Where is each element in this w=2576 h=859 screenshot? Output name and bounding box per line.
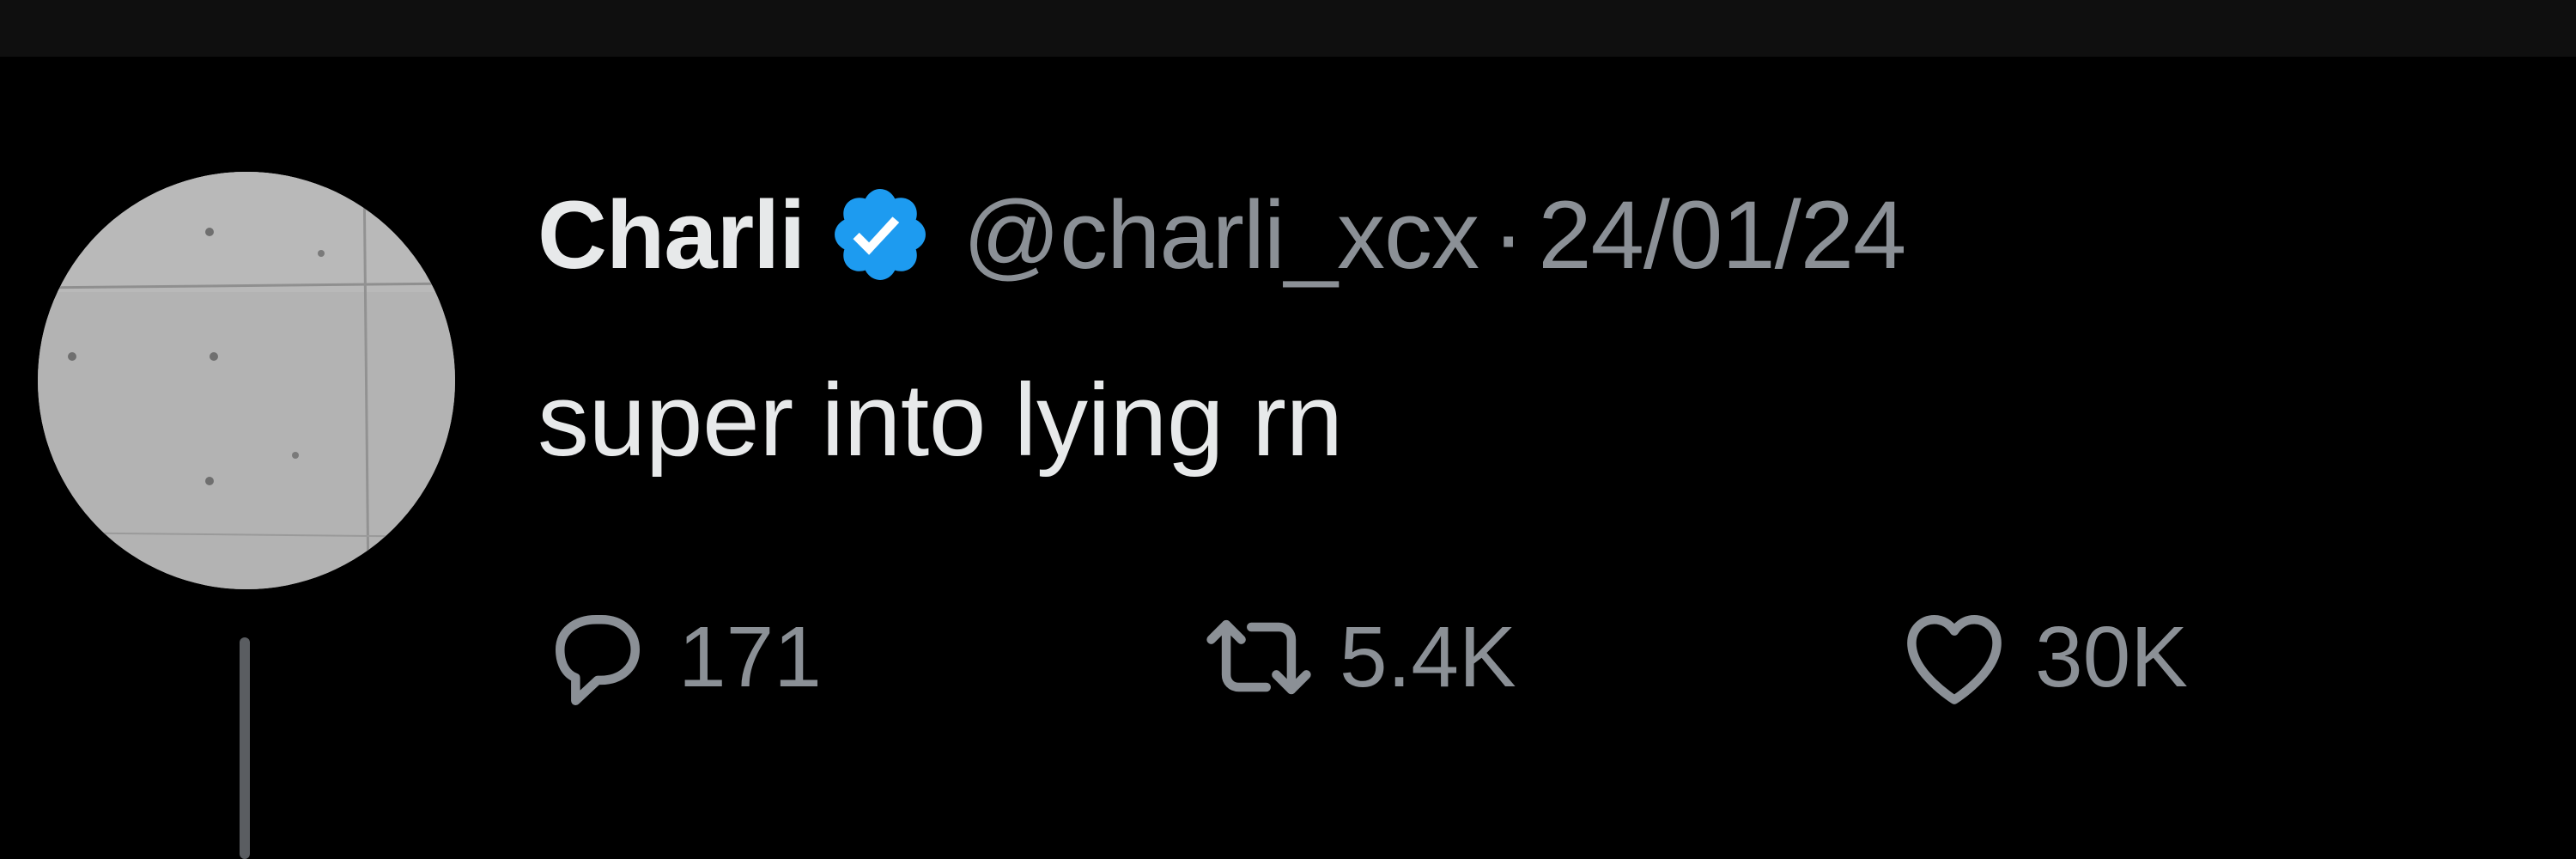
top-bar	[0, 0, 2576, 57]
tweet-text: super into lying rn	[538, 362, 1343, 478]
like-button[interactable]: 30K	[1894, 593, 2188, 722]
avatar-image	[38, 172, 455, 589]
author-name[interactable]: Charli	[538, 180, 805, 290]
separator-dot: ·	[1492, 180, 1525, 289]
retweet-button[interactable]: 5.4K	[1199, 593, 1516, 722]
retweet-count: 5.4K	[1340, 608, 1516, 705]
tweet-header: Charli @charli_xcx · 24/01/24	[538, 170, 1906, 299]
author-handle[interactable]: @charli_xcx	[963, 180, 1479, 290]
speech-bubble-icon	[538, 597, 658, 717]
retweet-icon	[1199, 597, 1319, 717]
thread-line	[240, 637, 250, 859]
like-count: 30K	[2035, 608, 2188, 705]
verified-badge-icon	[827, 181, 933, 288]
heart-icon	[1894, 597, 2014, 717]
reply-count: 171	[678, 608, 822, 705]
tweet-actions: 171 5.4K 30K	[538, 593, 2427, 722]
tweet-date[interactable]: 24/01/24	[1538, 180, 1906, 290]
reply-button[interactable]: 171	[538, 593, 822, 722]
avatar[interactable]	[38, 172, 455, 589]
